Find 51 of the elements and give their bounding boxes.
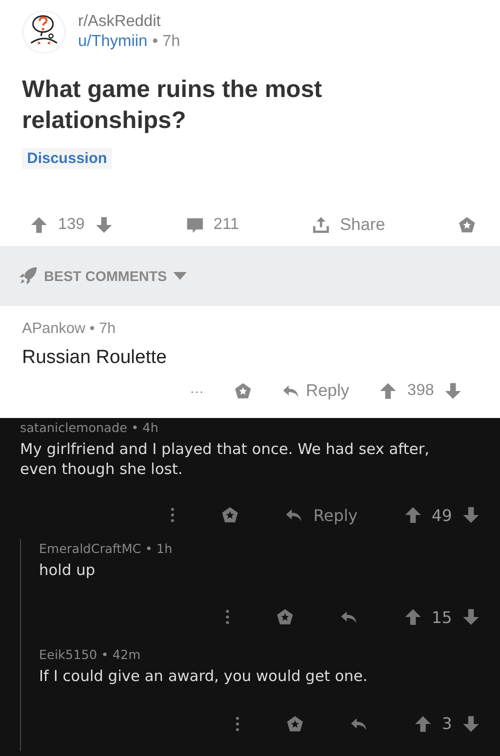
vote-count: 3 [442, 714, 452, 733]
comment-age: • 1h [145, 540, 172, 556]
subreddit-avatar-icon [22, 10, 66, 54]
downvote-icon[interactable] [444, 382, 462, 400]
more-options-icon[interactable] [234, 714, 240, 732]
comment-author[interactable]: sataniclemonade [20, 420, 128, 435]
upvote-icon[interactable] [404, 506, 422, 524]
award-icon[interactable] [286, 714, 304, 732]
upvote-icon[interactable] [404, 608, 422, 626]
upvote-icon[interactable] [414, 714, 432, 732]
downvote-icon[interactable] [94, 216, 113, 234]
upvote-icon[interactable] [379, 382, 398, 400]
vote-count: 15 [432, 608, 452, 627]
post-title: What game ruins the most relationships? [22, 75, 324, 136]
comment-author[interactable]: Eeik5150 [39, 646, 98, 662]
vote-count: 49 [432, 506, 452, 524]
comment-text: If I could give an award, you would get one. [39, 666, 369, 686]
more-options-button[interactable]: ··· [190, 383, 204, 399]
award-icon[interactable] [221, 506, 240, 524]
vote-count: 398 [407, 382, 434, 400]
sort-dropdown[interactable]: BEST COMMENTS [18, 266, 187, 286]
award-icon[interactable] [234, 382, 252, 400]
comment-author[interactable]: EmeraldCraftMC [39, 540, 142, 556]
award-icon[interactable] [276, 608, 294, 626]
vote-count: 139 [58, 216, 85, 234]
comment-text: hold up [39, 560, 96, 580]
post-author[interactable]: u/Thymiin [78, 33, 148, 50]
comment-author[interactable]: APankow [22, 320, 86, 337]
upvote-icon[interactable] [30, 216, 48, 234]
subreddit-name[interactable]: r/AskReddit [78, 13, 180, 31]
post-age: • 7h [152, 33, 180, 50]
share-icon [312, 216, 330, 234]
comment-count: 211 [214, 216, 240, 234]
more-options-icon[interactable] [170, 506, 176, 524]
caret-icon [172, 272, 187, 280]
award-icon[interactable] [458, 216, 476, 234]
share-button[interactable]: Share [312, 215, 386, 236]
comment-age: • 7h [90, 320, 116, 337]
comment-age: • 4h [131, 420, 158, 435]
reply-button[interactable]: Reply [282, 381, 350, 401]
downvote-icon[interactable] [462, 714, 480, 732]
downvote-icon[interactable] [462, 506, 480, 524]
comment-text: Russian Roulette [22, 347, 168, 369]
rocket-icon [18, 266, 38, 286]
comment-age: • 42m [101, 646, 141, 662]
comment-bubble-icon[interactable] [186, 216, 204, 234]
downvote-icon[interactable] [462, 608, 480, 626]
comment-text: My girlfriend and I played that once. We had sex after, even though she lost. [20, 439, 430, 480]
flair-tag[interactable]: Discussion [22, 148, 112, 170]
reply-button[interactable]: Reply [285, 506, 358, 524]
more-options-icon[interactable] [224, 608, 230, 626]
